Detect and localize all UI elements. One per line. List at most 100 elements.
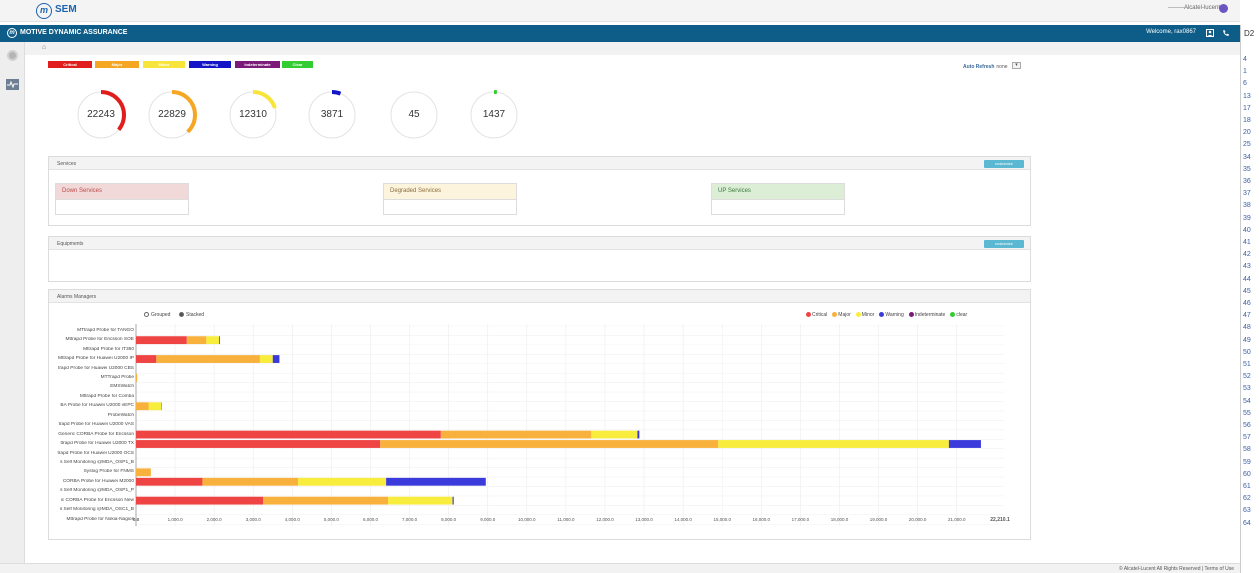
- row-number[interactable]: 49: [1243, 337, 1258, 344]
- row-number[interactable]: 18: [1243, 117, 1258, 124]
- row-number[interactable]: 44: [1243, 276, 1258, 283]
- severity-gauge[interactable]: 22243: [74, 88, 128, 142]
- severity-gauge[interactable]: 1437: [467, 88, 521, 142]
- auto-refresh-dropdown[interactable]: ▾: [1012, 62, 1021, 69]
- profile-icon[interactable]: [1206, 29, 1214, 37]
- gauge-value: 3871: [320, 109, 344, 120]
- user-avatar-icon[interactable]: [1219, 4, 1228, 13]
- brand-logo-icon[interactable]: m: [36, 3, 52, 19]
- down-services-box[interactable]: Down Services: [55, 183, 189, 215]
- row-number[interactable]: 48: [1243, 324, 1258, 331]
- row-number[interactable]: 25: [1243, 141, 1258, 148]
- chart-legend: Critical Major Minor Warning Indeterminate cl…: [806, 312, 972, 318]
- legend-item[interactable]: clear: [950, 312, 967, 318]
- row-number[interactable]: 4: [1243, 56, 1258, 63]
- row-number[interactable]: 20: [1243, 129, 1258, 136]
- probe-category-label: s Self Monitoring @MDA_OSP1_P: [60, 488, 134, 494]
- severity-filter-clear[interactable]: Clear: [282, 61, 313, 68]
- row-number[interactable]: 62: [1243, 495, 1258, 502]
- up-services-box[interactable]: UP Services: [711, 183, 845, 215]
- equipments-customize-button[interactable]: customize: [984, 240, 1024, 248]
- row-number[interactable]: 46: [1243, 300, 1258, 307]
- row-number[interactable]: 45: [1243, 288, 1258, 295]
- legend-item[interactable]: Major: [832, 312, 851, 318]
- grouped-radio-icon[interactable]: [144, 312, 149, 318]
- breadcrumb: ⌂: [25, 42, 1240, 55]
- row-number[interactable]: 57: [1243, 434, 1258, 441]
- row-number[interactable]: 55: [1243, 410, 1258, 417]
- row-number[interactable]: 41: [1243, 239, 1258, 246]
- probe-category-label: trapd Probe for Huawei U2000 CBS: [58, 365, 134, 371]
- legend-item[interactable]: Warning: [879, 312, 904, 318]
- degraded-services-box[interactable]: Degraded Services: [383, 183, 517, 215]
- severity-filter-major[interactable]: Major: [95, 61, 139, 68]
- row-number[interactable]: 38: [1243, 202, 1258, 209]
- row-number[interactable]: 47: [1243, 312, 1258, 319]
- x-tick-label: 18,000.0: [830, 517, 849, 522]
- probe-category-label: s Self Monitoring @MDA_OSC1_B: [59, 507, 134, 513]
- settings-icon[interactable]: [7, 50, 18, 61]
- row-number[interactable]: 1: [1243, 68, 1258, 75]
- row-number[interactable]: 37: [1243, 190, 1258, 197]
- legend-swatch-icon: [879, 312, 885, 318]
- severity-gauge[interactable]: 45: [387, 88, 441, 142]
- gauge-value: 22243: [87, 109, 115, 120]
- row-number[interactable]: 53: [1243, 385, 1258, 392]
- row-number[interactable]: 13: [1243, 93, 1258, 100]
- row-number[interactable]: 50: [1243, 349, 1258, 356]
- pulse-monitor-icon[interactable]: [6, 79, 19, 90]
- severity-gauge[interactable]: 3871: [305, 88, 359, 142]
- home-icon[interactable]: ⌂: [42, 44, 46, 51]
- row-number[interactable]: 51: [1243, 361, 1258, 368]
- x-tick-label: 17,000.0: [791, 517, 810, 522]
- up-services-label: UP Services: [712, 184, 844, 200]
- row-number[interactable]: 63: [1243, 507, 1258, 514]
- row-number[interactable]: 59: [1243, 459, 1258, 466]
- row-number[interactable]: 64: [1243, 520, 1258, 527]
- auto-refresh-value: none: [996, 64, 1008, 70]
- stacked-radio-icon[interactable]: [179, 312, 184, 318]
- probe-category-label: MTTrapd Probe: [100, 375, 134, 380]
- legend-item[interactable]: Critical: [806, 312, 827, 318]
- grouped-radio[interactable]: Grouped: [144, 312, 170, 318]
- row-number[interactable]: 42: [1243, 251, 1258, 258]
- phone-icon[interactable]: [1222, 29, 1230, 37]
- row-number[interactable]: 60: [1243, 471, 1258, 478]
- gauge-value: 45: [408, 109, 420, 120]
- probe-category-label: trapd Probe for Huawei U2000 OCS: [57, 450, 134, 456]
- stacked-radio[interactable]: Stacked: [179, 312, 204, 318]
- row-number[interactable]: 34: [1243, 154, 1258, 161]
- row-number[interactable]: 56: [1243, 422, 1258, 429]
- row-number[interactable]: 58: [1243, 446, 1258, 453]
- row-number[interactable]: 40: [1243, 227, 1258, 234]
- gauge-value: 22829: [158, 109, 186, 120]
- row-number[interactable]: 54: [1243, 398, 1258, 405]
- severity-gauge[interactable]: 22829: [145, 88, 199, 142]
- legend-label: Major: [838, 312, 851, 318]
- severity-gauge[interactable]: 12310: [226, 88, 280, 142]
- severity-filter-indeterminate[interactable]: Indeterminate: [235, 61, 280, 68]
- top-user-label[interactable]: --------Alcatel-lucent: [1168, 5, 1220, 11]
- row-number[interactable]: 35: [1243, 166, 1258, 173]
- services-customize-button[interactable]: customize: [984, 160, 1024, 168]
- row-number[interactable]: 17: [1243, 105, 1258, 112]
- x-tick-label: 10,000.0: [518, 517, 536, 522]
- row-number[interactable]: 36: [1243, 178, 1258, 185]
- footer: © Alcatel-Lucent All Rights Reserved | T…: [0, 563, 1240, 573]
- brand-name[interactable]: SEM: [55, 4, 77, 15]
- severity-filter-warning[interactable]: Warning: [189, 61, 231, 68]
- app-title: MOTIVE DYNAMIC ASSURANCE: [20, 29, 128, 36]
- probe-category-label: Mttrapd Probe for Nokia-Nagios: [66, 516, 134, 522]
- legend-item[interactable]: Indeterminate: [908, 312, 945, 318]
- row-number[interactable]: 61: [1243, 483, 1258, 490]
- probe-category-label: EMSWatch: [110, 384, 134, 390]
- row-number[interactable]: 43: [1243, 263, 1258, 270]
- legend-label: clear: [956, 312, 968, 318]
- legend-item[interactable]: Minor: [855, 312, 874, 318]
- severity-filter-minor[interactable]: Minor: [143, 61, 185, 68]
- severity-filter-critical[interactable]: Critical: [48, 61, 92, 68]
- auto-refresh-label: Auto Refresh: [963, 64, 995, 70]
- row-number[interactable]: 6: [1243, 80, 1258, 87]
- row-number[interactable]: 39: [1243, 215, 1258, 222]
- row-number[interactable]: 52: [1243, 373, 1258, 380]
